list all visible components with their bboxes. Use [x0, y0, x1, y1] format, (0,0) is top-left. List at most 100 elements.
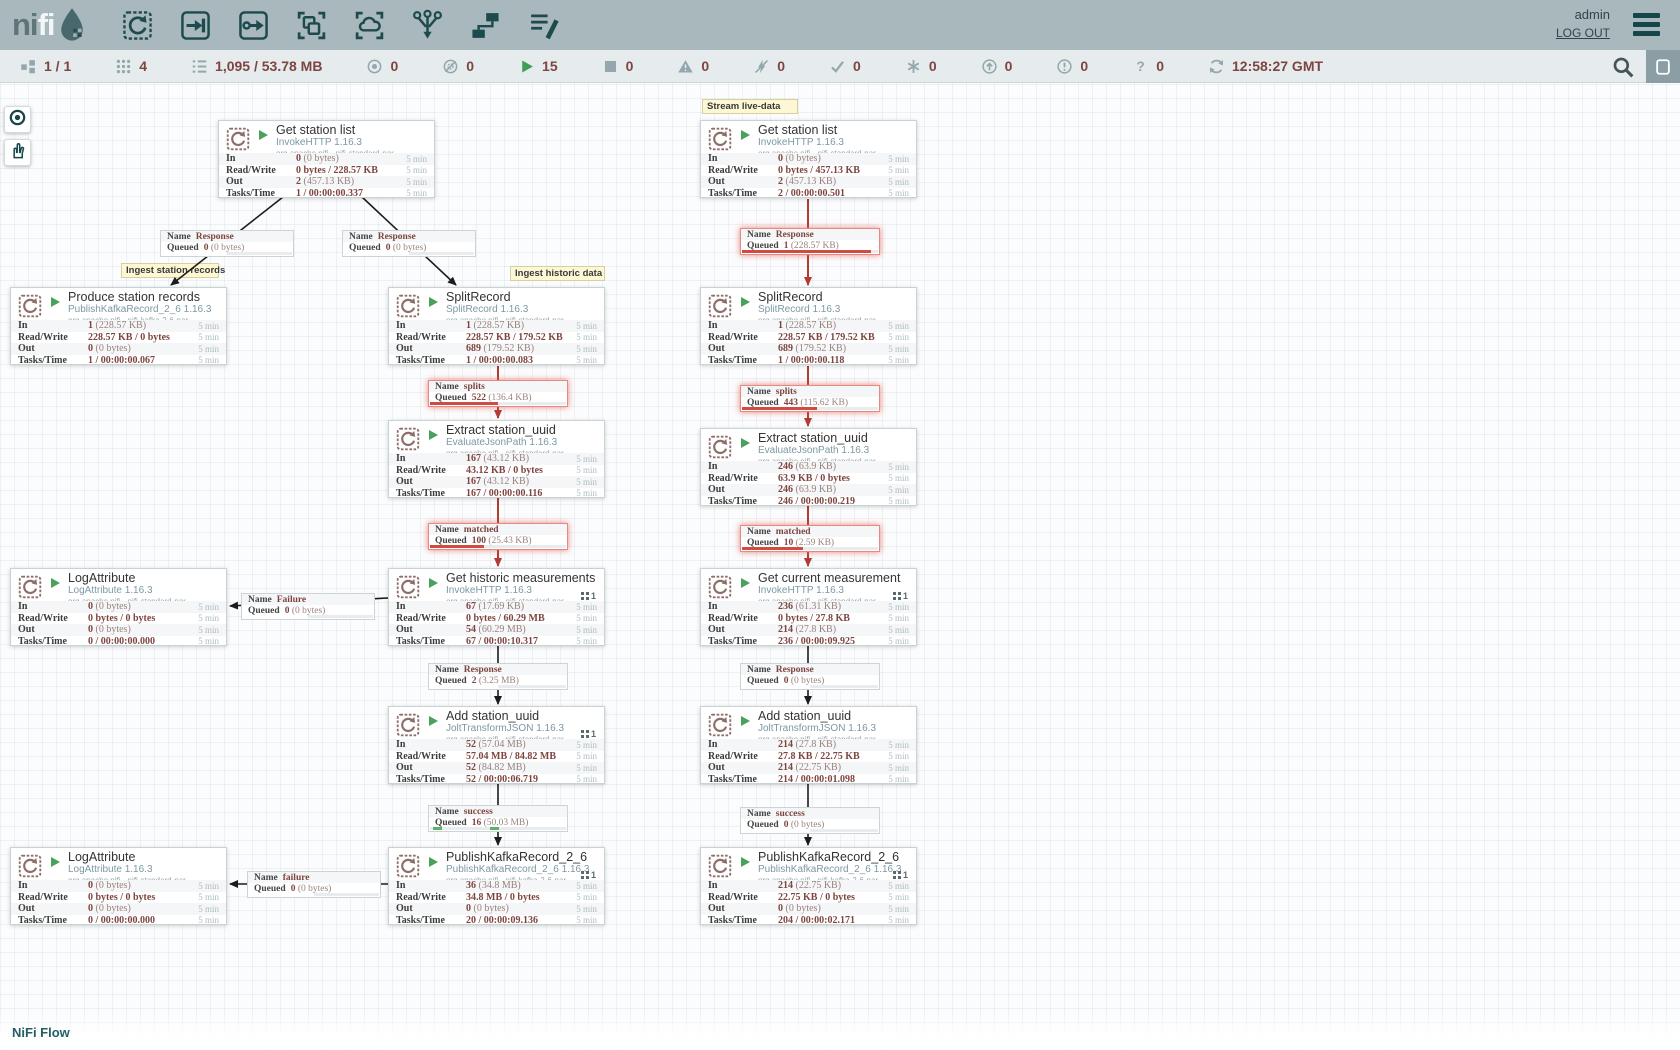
- status-value: 0: [777, 58, 785, 74]
- global-menu-icon[interactable]: [1633, 13, 1660, 40]
- threads-badge-icon: [581, 592, 589, 600]
- status-cluster: 1 / 1: [20, 58, 71, 75]
- refresh-icon: [1208, 58, 1225, 75]
- running-state-icon: [51, 578, 60, 588]
- processor-extract-station-uuid[interactable]: Extract station_uuidEvaluateJsonPath 1.1…: [700, 428, 917, 506]
- processor-publishkafkarecord-2-6[interactable]: PublishKafkaRecord_2_6PublishKafkaRecord…: [388, 847, 605, 925]
- connection-name-row: Namesuccess: [741, 808, 879, 819]
- process-group-toolbar-button[interactable]: [295, 9, 328, 42]
- processor-extract-station-uuid[interactable]: Extract station_uuidEvaluateJsonPath 1.1…: [388, 420, 605, 498]
- connection-failure[interactable]: NamefailureQueued0 (0 bytes): [247, 871, 381, 898]
- processor-get-station-list[interactable]: Get station listInvokeHTTP 1.16.3org.apa…: [700, 120, 917, 198]
- processor-name: Add station_uuid: [446, 710, 596, 723]
- search-icon[interactable]: [1612, 56, 1634, 78]
- processor-get-station-list[interactable]: Get station listInvokeHTTP 1.16.3org.apa…: [218, 120, 435, 198]
- connection-response[interactable]: NameResponseQueued1 (228.57 KB): [740, 228, 880, 255]
- status-value: 0: [1005, 58, 1013, 74]
- connection-name-row: NameResponse: [741, 664, 879, 675]
- processor-stats: In1 (228.57 KB)5 minRead/Write228.57 KB …: [701, 320, 916, 366]
- backpressure-meter: [430, 685, 566, 688]
- connection-matched[interactable]: NamematchedQueued10 (2.59 KB): [740, 525, 880, 552]
- running-state-icon: [429, 578, 438, 588]
- breadcrumb[interactable]: NiFi Flow: [12, 1025, 70, 1040]
- processor-name: Get station list: [276, 124, 426, 137]
- template-toolbar-button[interactable]: [469, 9, 502, 42]
- status-value: 0: [1156, 58, 1164, 74]
- stat-row-tasks-time: Tasks/Time246 / 00:00:00.2195 min: [701, 496, 916, 508]
- processor-add-station-uuid[interactable]: Add station_uuidJoltTransformJSON 1.16.3…: [388, 706, 605, 784]
- stopped-icon: [602, 58, 619, 75]
- stat-row-in: In236 (61.31 KB)5 min: [701, 601, 916, 613]
- processor-get-historic-measurements[interactable]: Get historic measurementsInvokeHTTP 1.16…: [388, 568, 605, 646]
- connection-response[interactable]: NameResponseQueued0 (0 bytes): [342, 230, 476, 257]
- processor-icon: [395, 293, 421, 319]
- processor-name: Extract station_uuid: [758, 432, 908, 445]
- status-invalid: 0: [677, 58, 709, 75]
- processor-toolbar-button[interactable]: [121, 9, 154, 42]
- navigate-palette-button[interactable]: [4, 106, 31, 133]
- connection-success[interactable]: NamesuccessQueued16 (50.03 MB): [428, 805, 568, 832]
- stat-row-read-write: Read/Write228.57 KB / 179.52 KB5 min: [701, 332, 916, 344]
- status-value: 12:58:27 GMT: [1232, 58, 1323, 74]
- status-panel-toggle[interactable]: [1646, 50, 1680, 83]
- invalid-icon: [677, 58, 694, 75]
- input-port-toolbar-button[interactable]: [179, 9, 212, 42]
- running-state-icon: [429, 430, 438, 440]
- stale-icon: [981, 58, 998, 75]
- connection-response[interactable]: NameResponseQueued0 (0 bytes): [160, 230, 294, 257]
- stat-row-tasks-time: Tasks/Time204 / 00:00:02.1715 min: [701, 915, 916, 927]
- connection-splits[interactable]: NamesplitsQueued443 (115.62 KB): [740, 385, 880, 412]
- processor-get-current-measurement[interactable]: Get current measurementInvokeHTTP 1.16.3…: [700, 568, 917, 646]
- processor-splitrecord[interactable]: SplitRecordSplitRecord 1.16.3org.apache.…: [700, 287, 917, 365]
- processor-stats: In214 (27.8 KB)5 minRead/Write27.8 KB / …: [701, 739, 916, 785]
- processor-produce-station-records[interactable]: Produce station recordsPublishKafkaRecor…: [10, 287, 227, 365]
- stat-row-read-write: Read/Write34.8 MB / 0 bytes5 min: [389, 892, 604, 904]
- logo-text-fi: fi: [38, 7, 55, 43]
- stat-row-out: Out0 (0 bytes)5 min: [11, 624, 226, 636]
- stat-row-read-write: Read/Write22.75 KB / 0 bytes5 min: [701, 892, 916, 904]
- stat-row-in: In1 (228.57 KB)5 min: [11, 320, 226, 332]
- processor-type: SplitRecord 1.16.3: [758, 305, 908, 315]
- processor-type: InvokeHTTP 1.16.3: [446, 586, 596, 596]
- nifi-app: Stream live-dataIngest station recordsIn…: [0, 0, 1680, 1050]
- processor-name: Get current measurement: [758, 572, 908, 585]
- status-value: 4: [139, 58, 147, 74]
- connection-response[interactable]: NameResponseQueued2 (3.25 MB): [428, 663, 568, 690]
- svg-text:?: ?: [1137, 59, 1145, 74]
- connection-failure[interactable]: NameFailureQueued0 (0 bytes): [241, 593, 375, 620]
- locally-modified-icon: [905, 58, 922, 75]
- flow-status-bar: 1 / 141,095 / 53.78 MB00150000000?012:58…: [0, 50, 1680, 83]
- operate-palette-button[interactable]: [4, 139, 31, 166]
- not-transmitting-icon: [442, 58, 459, 75]
- queued-icon: [191, 58, 208, 75]
- processor-publishkafkarecord-2-6[interactable]: PublishKafkaRecord_2_6PublishKafkaRecord…: [700, 847, 917, 925]
- component-toolbar: [121, 9, 560, 42]
- status-sync-failure: ?0: [1132, 58, 1164, 75]
- processor-logattribute[interactable]: LogAttributeLogAttribute 1.16.3org.apach…: [10, 568, 227, 646]
- stat-row-read-write: Read/Write0 bytes / 27.8 KB5 min: [701, 613, 916, 625]
- processor-stats: In52 (57.04 MB)5 minRead/Write57.04 MB /…: [389, 739, 604, 785]
- connection-matched[interactable]: NamematchedQueued100 (25.43 KB): [428, 523, 568, 550]
- stat-row-tasks-time: Tasks/Time20 / 00:00:09.1365 min: [389, 915, 604, 927]
- label-toolbar-button[interactable]: [527, 9, 560, 42]
- output-port-toolbar-button[interactable]: [237, 9, 270, 42]
- processor-name: SplitRecord: [758, 291, 908, 304]
- funnel-toolbar-button[interactable]: [411, 9, 444, 42]
- processor-name: SplitRecord: [446, 291, 596, 304]
- processor-stats: In0 (0 bytes)5 minRead/Write0 bytes / 0 …: [11, 601, 226, 647]
- connection-name-row: NameFailure: [242, 594, 374, 605]
- connection-success[interactable]: NamesuccessQueued0 (0 bytes): [740, 807, 880, 834]
- stat-row-in: In0 (0 bytes)5 min: [11, 880, 226, 892]
- processor-add-station-uuid[interactable]: Add station_uuidJoltTransformJSON 1.16.3…: [700, 706, 917, 784]
- processor-splitrecord[interactable]: SplitRecordSplitRecord 1.16.3org.apache.…: [388, 287, 605, 365]
- remote-process-group-toolbar-button[interactable]: [353, 9, 386, 42]
- status-locally-modified: 0: [905, 58, 937, 75]
- logout-link[interactable]: LOG OUT: [1556, 26, 1610, 40]
- connection-response[interactable]: NameResponseQueued0 (0 bytes): [740, 663, 880, 690]
- connection-splits[interactable]: NamesplitsQueued522 (136.4 KB): [428, 380, 568, 407]
- threads-icon: [115, 58, 132, 75]
- status-stale: 0: [981, 58, 1013, 75]
- processor-logattribute[interactable]: LogAttributeLogAttribute 1.16.3org.apach…: [10, 847, 227, 925]
- status-refresh: 12:58:27 GMT: [1208, 58, 1323, 75]
- processor-type: LogAttribute 1.16.3: [68, 586, 218, 596]
